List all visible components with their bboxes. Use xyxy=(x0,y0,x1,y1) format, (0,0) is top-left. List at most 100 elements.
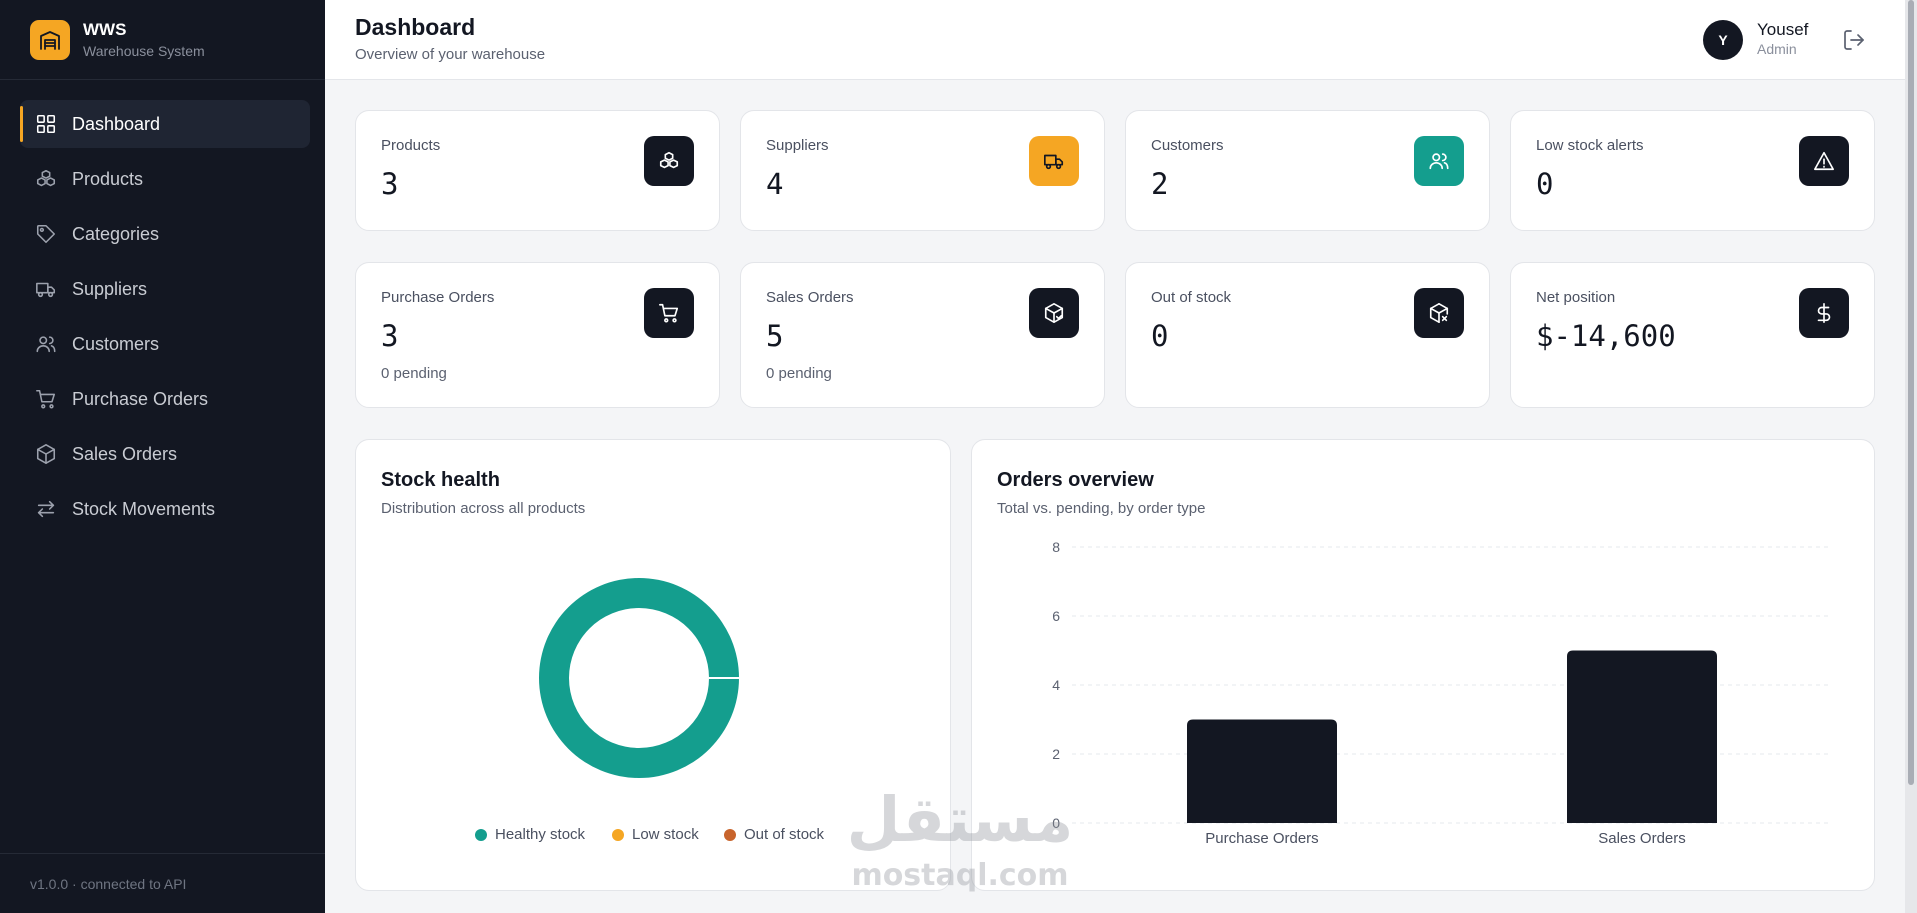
stat-label: Net position xyxy=(1536,289,1616,306)
sidebar: WWS Warehouse System Dashboard Products … xyxy=(0,0,325,913)
grid-icon xyxy=(36,114,56,134)
legend-item-low[interactable]: Low stock xyxy=(612,826,699,843)
stat-value: 0 xyxy=(1151,319,1169,353)
avatar[interactable]: Y xyxy=(1703,20,1743,60)
y-tick-label: 2 xyxy=(1052,746,1060,762)
panel-subtitle: Distribution across all products xyxy=(381,500,586,517)
brand[interactable]: WWS Warehouse System xyxy=(0,0,325,80)
api-status: v1.0.0 · connected to API xyxy=(0,853,325,913)
bar-purchase-orders[interactable] xyxy=(1187,719,1337,824)
legend-label: Low stock xyxy=(632,826,699,843)
sidebar-item-label: Categories xyxy=(72,223,160,244)
stat-value: 3 xyxy=(381,167,399,201)
sidebar-nav: Dashboard Products Categories Suppliers … xyxy=(0,80,325,533)
sidebar-item-suppliers[interactable]: Suppliers xyxy=(20,265,310,313)
package-icon xyxy=(36,444,56,464)
sidebar-item-label: Stock Movements xyxy=(72,498,216,519)
truck-icon xyxy=(36,282,56,298)
legend-label: Healthy stock xyxy=(495,826,586,843)
dollar-icon xyxy=(1799,288,1849,338)
page-title: Dashboard xyxy=(355,14,476,40)
legend-item-out[interactable]: Out of stock xyxy=(724,826,824,843)
stat-label: Purchase Orders xyxy=(381,289,495,306)
arrows-icon xyxy=(37,500,55,518)
sidebar-item-customers[interactable]: Customers xyxy=(20,320,310,368)
truck-icon xyxy=(1029,136,1079,186)
stat-label: Customers xyxy=(1151,137,1224,154)
sidebar-item-label: Suppliers xyxy=(72,278,148,299)
logout-icon xyxy=(1844,30,1864,50)
top-header: Dashboard Overview of your warehouse Y Y… xyxy=(325,0,1905,80)
stat-label: Products xyxy=(381,137,441,154)
stat-card-purchase-orders: Purchase Orders 3 0 pending xyxy=(355,262,720,408)
scrollbar-thumb[interactable] xyxy=(1908,0,1914,785)
stat-card-low-stock: Low stock alerts 0 xyxy=(1510,110,1875,231)
stat-label: Suppliers xyxy=(766,137,829,154)
stat-card-net-position: Net position $-14,600 xyxy=(1510,262,1875,408)
logout-button[interactable] xyxy=(1842,28,1866,52)
brand-title: WWS xyxy=(83,20,127,39)
stat-value: 5 xyxy=(766,319,784,353)
warehouse-logo-icon xyxy=(30,19,70,60)
cart-icon xyxy=(644,288,694,338)
bar-sales-orders[interactable] xyxy=(1567,650,1717,824)
package-x-icon xyxy=(1414,288,1464,338)
stat-card-suppliers: Suppliers 4 xyxy=(740,110,1105,231)
brand-subtitle: Warehouse System xyxy=(83,43,205,59)
stock-health-donut-chart xyxy=(539,578,740,778)
legend-swatch xyxy=(612,828,624,841)
stat-value: $-14,600 xyxy=(1536,319,1676,353)
y-tick-label: 6 xyxy=(1052,608,1060,624)
cart-icon xyxy=(36,389,56,409)
users-icon xyxy=(36,336,56,353)
stat-value: 2 xyxy=(1151,167,1169,201)
legend-swatch xyxy=(724,828,736,841)
y-tick-label: 4 xyxy=(1052,677,1060,693)
stat-label: Low stock alerts xyxy=(1536,137,1644,154)
y-tick-label: 0 xyxy=(1052,815,1060,831)
stat-pending: 0 pending xyxy=(766,365,832,382)
boxes-icon xyxy=(644,136,694,186)
orders-bar-chart: 0 2 4 6 8 Purchase Orders Sales Orders xyxy=(1052,539,1832,847)
stat-label: Sales Orders xyxy=(766,289,854,306)
x-tick-label: Purchase Orders xyxy=(1205,830,1318,847)
legend-item-healthy[interactable]: Healthy stock xyxy=(475,826,585,843)
sidebar-item-dashboard[interactable]: Dashboard xyxy=(20,100,310,148)
legend-label: Out of stock xyxy=(744,826,825,843)
sidebar-item-label: Products xyxy=(72,168,144,189)
sidebar-item-categories[interactable]: Categories xyxy=(20,210,310,258)
stat-card-products: Products 3 xyxy=(355,110,720,231)
stat-card-sales-orders: Sales Orders 5 0 pending xyxy=(740,262,1105,408)
panel-title: Stock health xyxy=(381,469,500,491)
package-check-icon xyxy=(1029,288,1079,338)
sidebar-item-label: Sales Orders xyxy=(72,443,178,464)
stat-value: 0 xyxy=(1536,167,1554,201)
sidebar-item-products[interactable]: Products xyxy=(20,155,310,203)
user-role: Admin xyxy=(1757,41,1797,57)
stat-label: Out of stock xyxy=(1151,289,1232,306)
stock-health-panel: Stock health Distribution across all pro… xyxy=(355,439,951,891)
stat-value: 3 xyxy=(381,319,399,353)
page-subtitle: Overview of your warehouse xyxy=(355,46,546,63)
stat-card-out-of-stock: Out of stock 0 xyxy=(1125,262,1490,408)
users-icon xyxy=(1414,136,1464,186)
sidebar-item-sales-orders[interactable]: Sales Orders xyxy=(20,430,310,478)
alert-triangle-icon xyxy=(1799,136,1849,186)
stat-pending: 0 pending xyxy=(381,365,447,382)
sidebar-item-label: Customers xyxy=(72,333,160,354)
x-tick-label: Sales Orders xyxy=(1598,830,1686,847)
sidebar-item-label: Dashboard xyxy=(72,113,161,134)
stat-card-customers: Customers 2 xyxy=(1125,110,1490,231)
orders-overview-panel: Orders overview Total vs. pending, by or… xyxy=(971,439,1875,891)
stat-value: 4 xyxy=(766,167,784,201)
legend-swatch xyxy=(475,828,487,841)
scrollbar[interactable] xyxy=(1905,0,1917,913)
user-name: Yousef xyxy=(1757,20,1809,39)
sidebar-item-label: Purchase Orders xyxy=(72,388,209,409)
panel-subtitle: Total vs. pending, by order type xyxy=(997,500,1206,517)
y-tick-label: 8 xyxy=(1052,539,1060,555)
sidebar-item-purchase-orders[interactable]: Purchase Orders xyxy=(20,375,310,423)
tag-icon xyxy=(36,224,56,244)
sidebar-item-stock-movements[interactable]: Stock Movements xyxy=(20,485,310,533)
panel-title: Orders overview xyxy=(997,469,1154,491)
